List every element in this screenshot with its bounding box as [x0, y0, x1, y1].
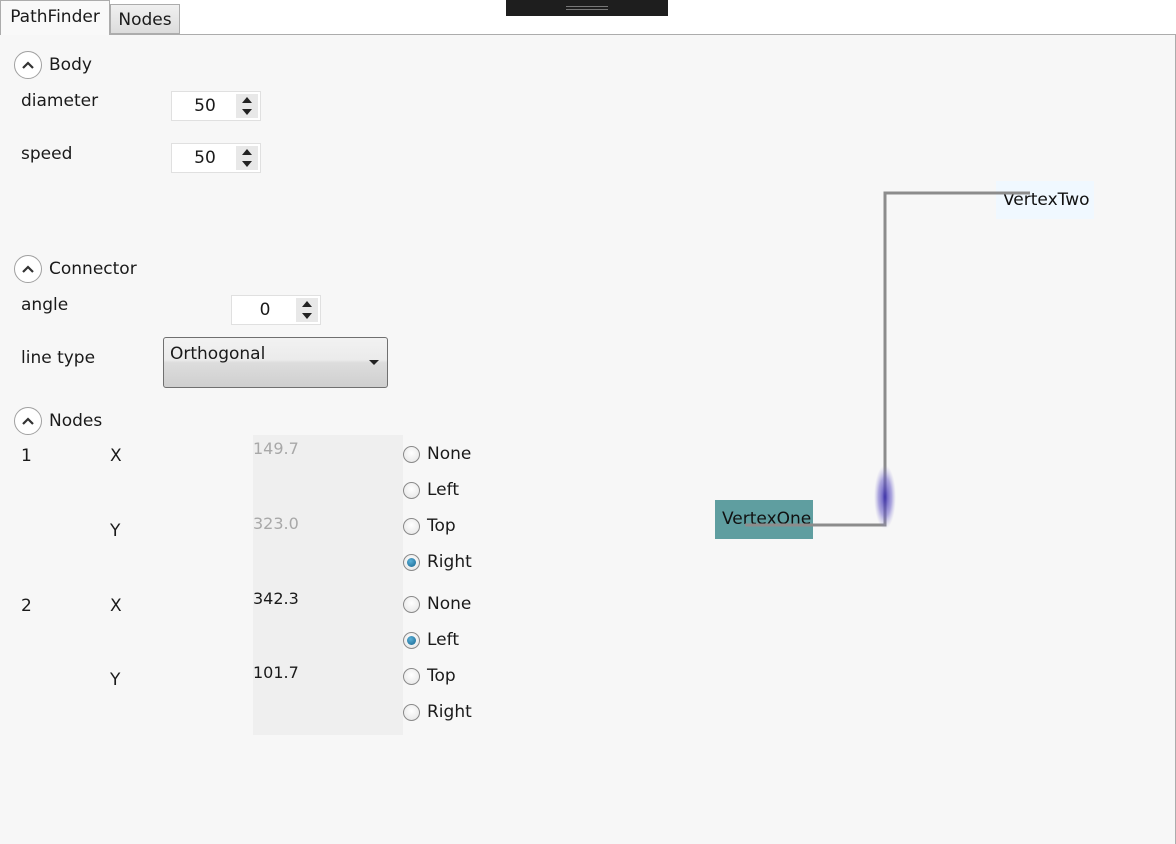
grip-icon	[566, 6, 608, 10]
pathfinder-panel: Body diameter 50 speed 50 Connector angl…	[0, 34, 1176, 844]
connector-canvas	[745, 191, 1030, 529]
drag-handle-bar[interactable]	[506, 0, 668, 16]
tab-pathfinder[interactable]: PathFinder	[0, 0, 110, 35]
connector-node-handle[interactable]	[874, 465, 896, 529]
tab-nodes[interactable]: Nodes	[110, 4, 180, 34]
